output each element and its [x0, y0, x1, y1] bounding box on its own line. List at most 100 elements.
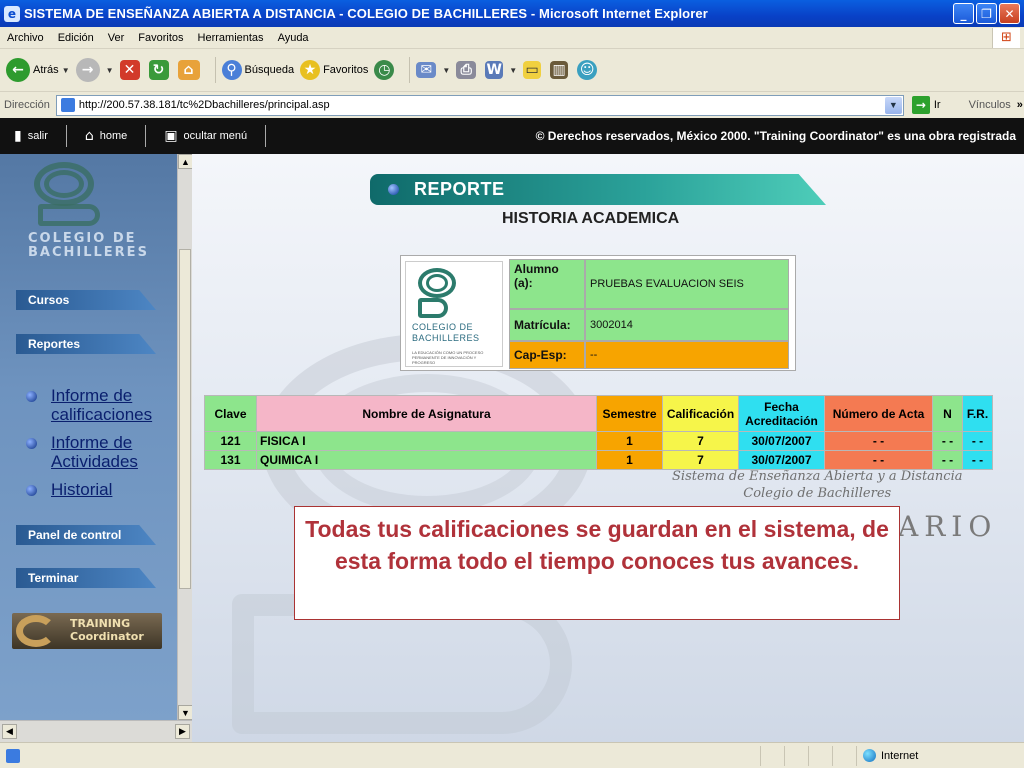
column-header: Calificación — [662, 395, 739, 432]
close-button[interactable]: ✕ — [999, 3, 1020, 24]
stop-button[interactable]: ✕ — [119, 60, 143, 80]
forward-dropdown-icon[interactable]: ▼ — [106, 66, 114, 75]
forward-button[interactable]: → ▼ — [75, 58, 114, 82]
column-header: F.R. — [962, 395, 993, 432]
column-header: Número de Acta — [824, 395, 933, 432]
menu-edicion[interactable]: Edición — [51, 32, 101, 44]
column-header: Nombre de Asignatura — [256, 395, 597, 432]
table-cell: - - — [824, 450, 933, 470]
sidebar-link-label: Informe de Actividades — [51, 433, 138, 471]
window-title: SISTEMA DE ENSEÑANZA ABIERTA A DISTANCIA… — [24, 6, 708, 21]
exit-icon: ▮ — [14, 128, 22, 144]
go-button[interactable]: → Ir — [911, 96, 941, 114]
address-label: Dirección — [4, 99, 50, 111]
sidebar-reportes-button[interactable]: Reportes — [16, 334, 156, 354]
page-icon — [60, 98, 75, 112]
scroll-up-icon[interactable]: ▲ — [178, 154, 193, 169]
minimize-button[interactable]: _ — [953, 3, 974, 24]
restore-button[interactable]: ❐ — [976, 3, 997, 24]
chevron-right-icon[interactable]: » — [1017, 99, 1023, 111]
sidebar-cursos-button[interactable]: Cursos — [16, 290, 156, 310]
menu-herramientas[interactable]: Herramientas — [191, 32, 271, 44]
scroll-left-icon[interactable]: ◀ — [2, 724, 17, 739]
address-input[interactable]: http://200.57.38.181/tc%2Dbachilleres/pr… — [55, 94, 904, 116]
globe-icon — [863, 749, 876, 762]
hide-menu-label: ocultar menú — [183, 130, 248, 142]
watermark-line-2: Colegio de Bachilleres — [743, 486, 892, 501]
ie-logo-icon: e — [4, 5, 20, 22]
print-button[interactable]: ⎙ — [456, 61, 479, 79]
favorites-button[interactable]: ★ Favoritos — [300, 60, 368, 80]
edit-dropdown-icon[interactable]: ▼ — [509, 66, 517, 75]
home-button[interactable]: ⌂ — [177, 60, 203, 80]
column-header: Clave — [204, 395, 257, 432]
scroll-right-icon[interactable]: ▶ — [175, 724, 190, 739]
sidebar-panel-control-button[interactable]: Panel de control — [16, 525, 156, 545]
scroll-down-icon[interactable]: ▼ — [178, 705, 193, 720]
back-button[interactable]: ← Atrás ▼ — [6, 58, 70, 82]
messenger-button[interactable]: ☺ — [577, 60, 600, 80]
logo-text-2: BACHILLERES — [28, 245, 149, 260]
table-cell: - - — [824, 431, 933, 451]
search-button[interactable]: ⚲ Búsqueda — [221, 60, 294, 80]
menu-ver[interactable]: Ver — [101, 32, 132, 44]
refresh-button[interactable]: ↻ — [148, 60, 172, 80]
books-icon: ▥ — [550, 61, 569, 79]
table-cell: 30/07/2007 — [738, 450, 825, 470]
menu-archivo[interactable]: Archivo — [0, 32, 51, 44]
student-value: PRUEBAS EVALUACION SEIS — [585, 259, 789, 309]
menu-ayuda[interactable]: Ayuda — [271, 32, 316, 44]
discuss-button[interactable]: ▭ — [523, 61, 544, 79]
header-divider — [65, 125, 67, 147]
house-icon: ⌂ — [177, 60, 200, 80]
mail-dropdown-icon[interactable]: ▼ — [442, 66, 450, 75]
star-icon: ★ — [300, 60, 321, 80]
sidebar: COLEGIO DE BACHILLERES Cursos Reportes In… — [0, 154, 177, 744]
sidebar-horizontal-scrollbar[interactable]: ◀ ▶ — [0, 720, 192, 742]
status-cell — [760, 745, 784, 766]
main-content: Sistema de Enseñanza Abierta y a Distanc… — [192, 154, 1024, 742]
scroll-thumb[interactable] — [179, 249, 191, 589]
exit-link[interactable]: ▮ salir — [0, 118, 62, 154]
back-arrow-icon: ← — [6, 58, 30, 82]
links-button[interactable]: Vínculos — [969, 99, 1011, 111]
table-header-row: Clave Nombre de Asignatura Semestre Cali… — [204, 395, 993, 432]
status-bar: Internet — [0, 742, 1024, 768]
favorites-label: Favoritos — [323, 64, 369, 76]
student-row-matricula: Matrícula: 3002014 — [509, 309, 789, 341]
table-cell: FISICA I — [256, 431, 597, 451]
table-cell: - - — [962, 431, 993, 451]
box-logo-text-2: BACHILLERES — [412, 333, 480, 343]
background-watermark: Sistema de Enseñanza Abierta y a Distanc… — [672, 468, 963, 502]
home-label: home — [99, 130, 128, 142]
column-header: Fecha Acreditación — [738, 395, 825, 432]
browser-toolbar: ← Atrás ▼ → ▼ ✕ ↻ ⌂ ⚲ Búsqueda ★ Favorit… — [0, 49, 1024, 92]
sidebar-link-informe-calificaciones[interactable]: Informe de calificaciones — [26, 386, 166, 424]
home-link[interactable]: ⌂ home — [71, 118, 141, 154]
grades-table: Clave Nombre de Asignatura Semestre Cali… — [204, 395, 993, 470]
edit-button[interactable]: W ▼ — [485, 61, 517, 79]
address-dropdown-icon[interactable]: ▼ — [884, 96, 902, 114]
hide-menu-link[interactable]: ▣ ocultar menú — [150, 118, 261, 154]
status-cell — [784, 745, 808, 766]
sidebar-vertical-scrollbar[interactable]: ▲ ▼ — [177, 154, 193, 720]
research-button[interactable]: ▥ — [550, 61, 571, 79]
student-value: -- — [585, 341, 789, 369]
header-divider-3 — [265, 125, 267, 147]
sidebar-link-informe-actividades[interactable]: Informe de Actividades — [26, 433, 166, 471]
bullet-icon — [26, 485, 37, 496]
forward-arrow-icon: → — [75, 58, 100, 82]
coordinator-text: Coordinator — [70, 630, 144, 643]
sidebar-terminar-button[interactable]: Terminar — [16, 568, 156, 588]
menu-favoritos[interactable]: Favoritos — [131, 32, 190, 44]
student-row-cap-esp: Cap-Esp: -- — [509, 341, 789, 369]
sidebar-link-historial[interactable]: Historial — [26, 480, 166, 499]
sidebar-link-label: Historial — [51, 480, 113, 499]
bullet-icon — [26, 438, 37, 449]
sidebar-link-label: Informe de calificaciones — [51, 386, 153, 424]
window-controls: _ ❐ ✕ — [953, 3, 1020, 24]
back-dropdown-icon[interactable]: ▼ — [62, 66, 70, 75]
history-button[interactable]: ◷ — [374, 60, 397, 80]
mail-button[interactable]: ✉ ▼ — [416, 62, 450, 78]
page-status-icon — [6, 748, 20, 763]
